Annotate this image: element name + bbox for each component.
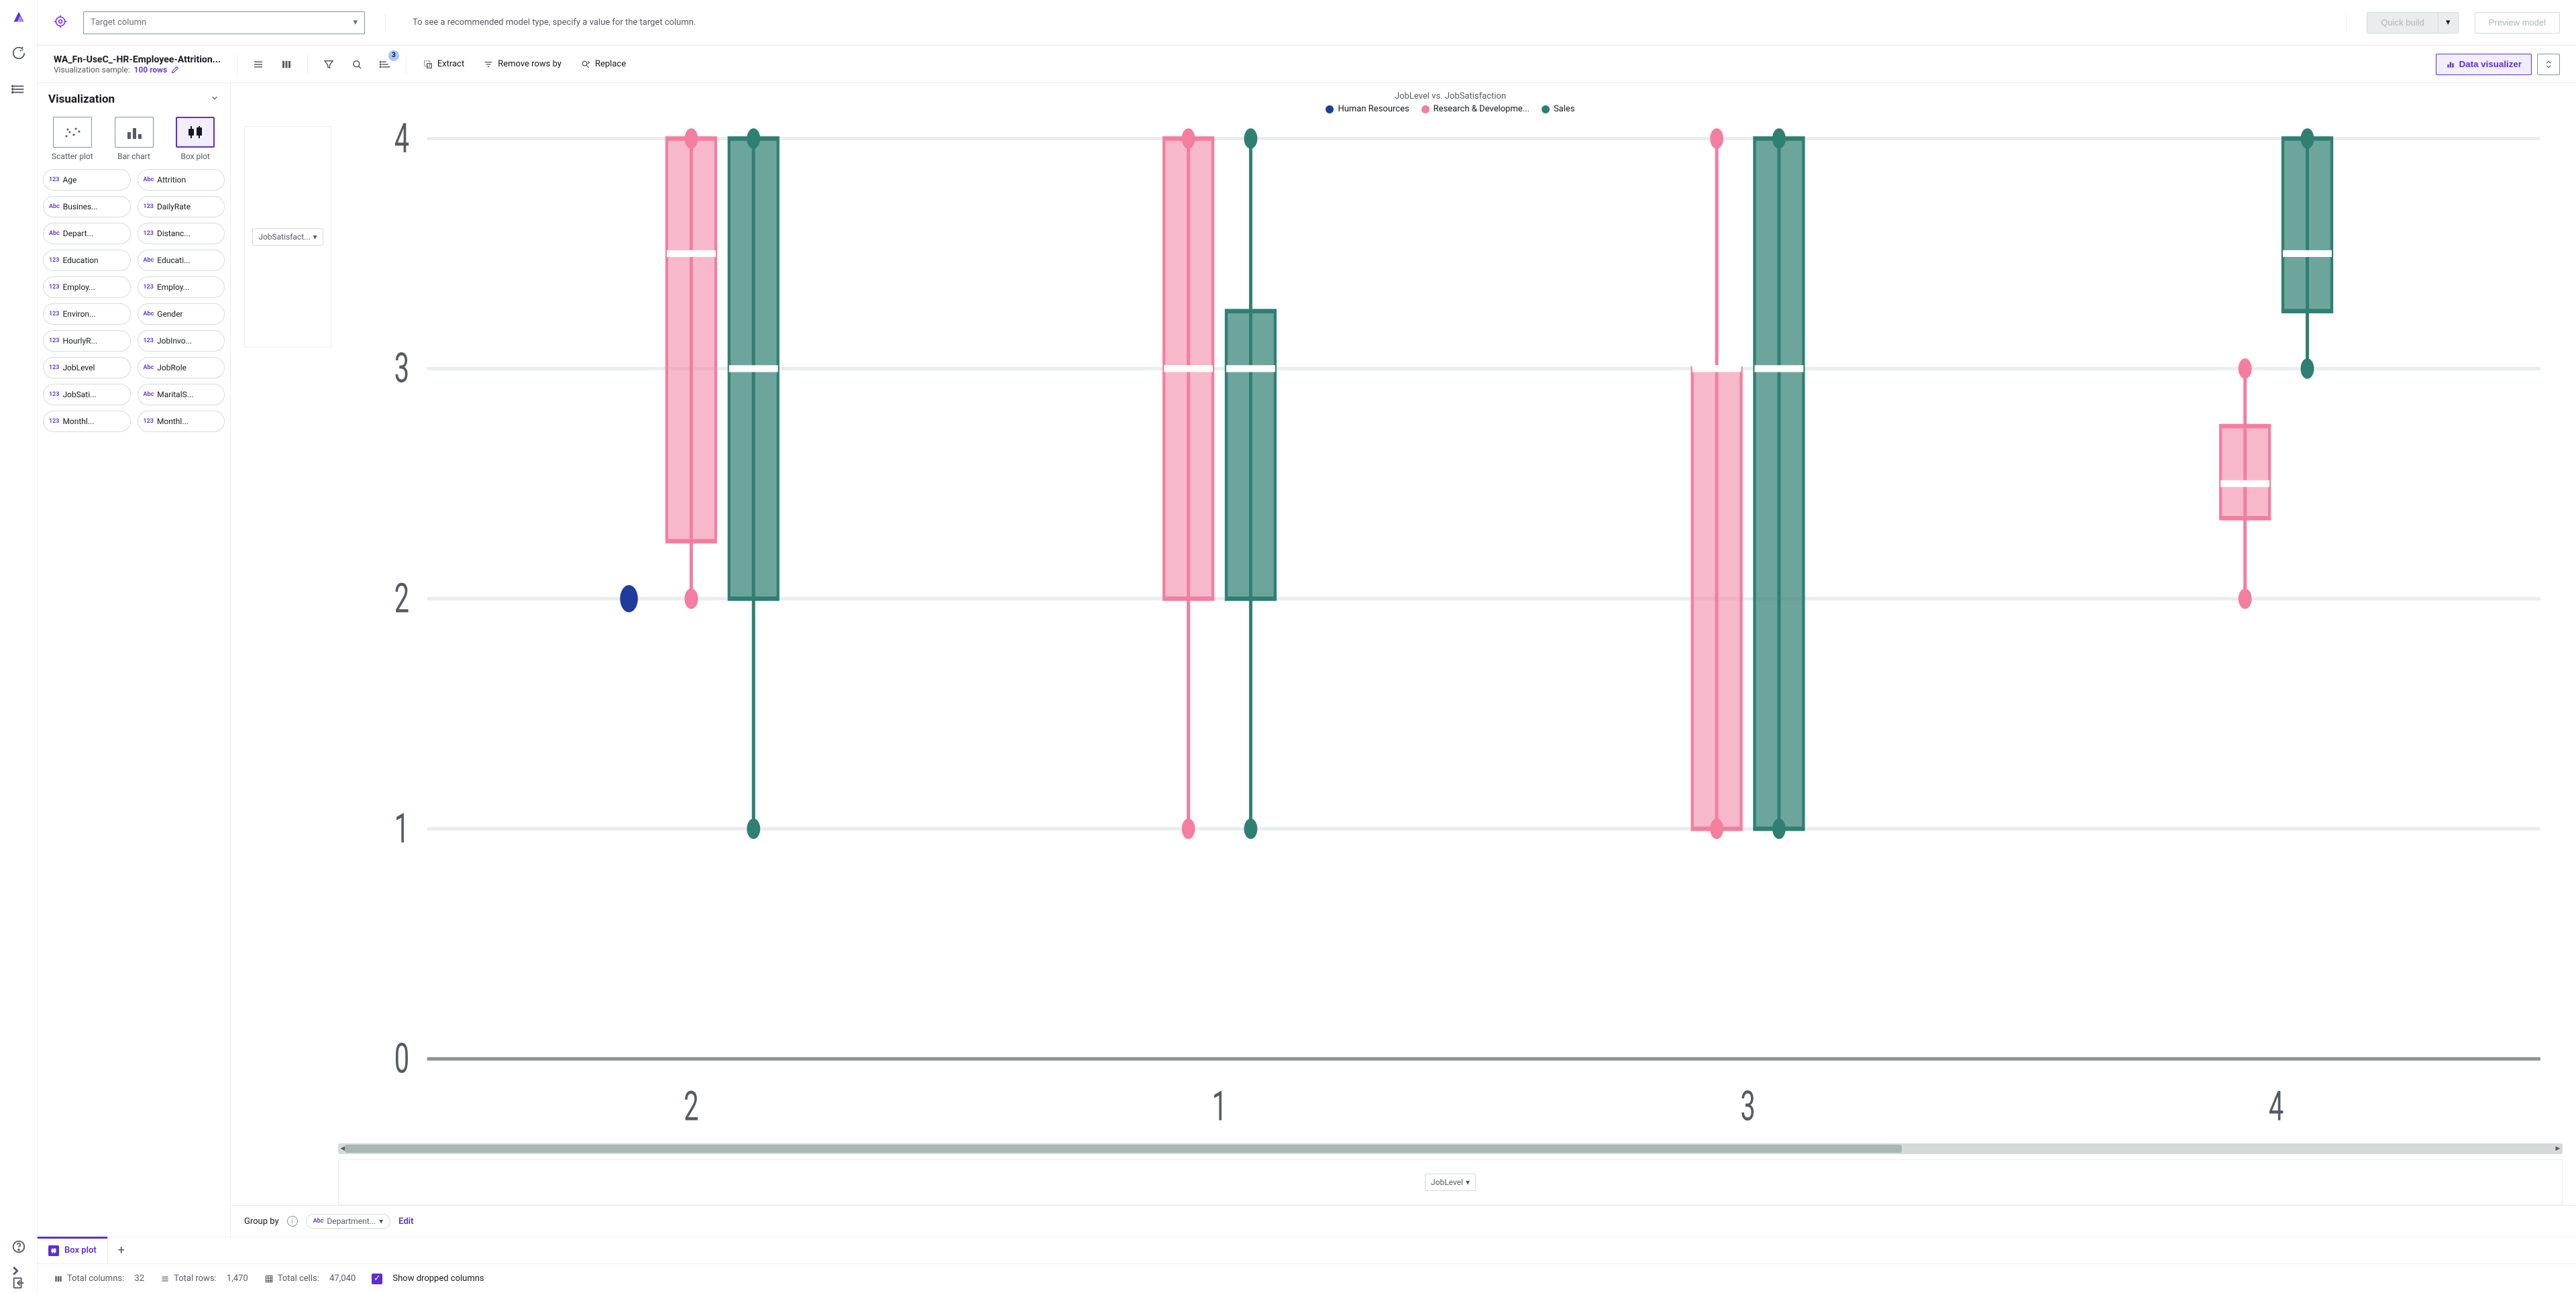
- edit-group-by[interactable]: Edit: [398, 1217, 413, 1227]
- columns-view-icon[interactable]: [275, 53, 298, 76]
- filter-icon[interactable]: [317, 53, 340, 76]
- svg-text:3: 3: [394, 344, 409, 393]
- dataset-title: WA_Fn-UseC_-HR-Employee-Attrition... Vis…: [54, 54, 221, 74]
- column-pill[interactable]: 123Distanc...: [138, 223, 225, 244]
- show-dropped-checkbox[interactable]: ✓ Show dropped columns: [372, 1274, 484, 1284]
- sort-badge: 3: [388, 50, 399, 61]
- edit-icon[interactable]: [171, 66, 179, 74]
- svg-text:2: 2: [684, 1082, 698, 1131]
- search-icon[interactable]: [345, 53, 368, 76]
- x-axis-dropzone[interactable]: JobLevel ▾: [338, 1159, 2563, 1205]
- column-pill[interactable]: 123Age: [43, 169, 131, 191]
- column-pill[interactable]: 123Education: [43, 250, 131, 271]
- svg-text:1: 1: [394, 805, 409, 853]
- chart-legend: Human ResourcesResearch & Developme...Sa…: [338, 104, 2563, 114]
- y-axis-dropzone[interactable]: JobSatisfact... ▾: [244, 126, 331, 348]
- column-pill[interactable]: 123Environ...: [43, 303, 131, 325]
- model-hint-text: To see a recommended model type, specify…: [413, 17, 696, 28]
- help-icon[interactable]: [11, 1239, 26, 1257]
- group-by-bar: Group by i AbcDepartment...▾ Edit: [231, 1205, 2576, 1237]
- column-pill[interactable]: AbcDepart...: [43, 223, 131, 244]
- chart-area: JobSatisfact... ▾ JobLevel vs. JobSatisf…: [231, 83, 2576, 1237]
- replace-action[interactable]: Replace: [574, 53, 633, 76]
- column-pill[interactable]: AbcMaritalS...: [138, 384, 225, 405]
- column-pill[interactable]: AbcJobRole: [138, 357, 225, 378]
- expand-panel-button[interactable]: [2537, 54, 2560, 75]
- data-visualizer-button[interactable]: Data visualizer: [2436, 54, 2532, 75]
- status-bar: Total columns: 32 Total rows: 1,470 Tota…: [38, 1263, 2576, 1293]
- chevron-down-icon: ▾: [353, 17, 358, 28]
- topbar: Target column ▾ To see a recommended mod…: [38, 0, 2576, 46]
- left-rail: [0, 0, 38, 1293]
- svg-text:4: 4: [2269, 1082, 2284, 1131]
- column-pill[interactable]: AbcEducati...: [138, 250, 225, 271]
- viz-type-scatter[interactable]: Scatter plot: [46, 117, 99, 161]
- column-pill[interactable]: 123Employ...: [43, 276, 131, 298]
- column-pill[interactable]: 123DailyRate: [138, 196, 225, 217]
- target-icon: [54, 15, 67, 31]
- target-column-select[interactable]: Target column ▾: [83, 11, 365, 34]
- sort-icon[interactable]: 3: [374, 53, 396, 76]
- logo-icon: [11, 9, 26, 27]
- viz-type-bar[interactable]: Bar chart: [107, 117, 161, 161]
- info-icon[interactable]: i: [287, 1216, 298, 1227]
- box-plot-svg: 0 1 2 3 4 2 1 3 4: [338, 118, 2563, 1141]
- chart-horizontal-scrollbar[interactable]: ◀▶: [338, 1143, 2563, 1154]
- svg-text:4: 4: [394, 118, 409, 162]
- stat-total-rows: Total rows: 1,470: [160, 1274, 248, 1284]
- column-pill[interactable]: 123JobLevel: [43, 357, 131, 378]
- collapse-panel-icon[interactable]: [210, 93, 219, 105]
- add-tab-button[interactable]: +: [108, 1237, 135, 1263]
- column-pill[interactable]: 123JobSati...: [43, 384, 131, 405]
- box-plot-tab-icon: [48, 1245, 59, 1256]
- stat-total-columns: Total columns: 32: [54, 1274, 144, 1284]
- quick-build-button: Quick build ▾: [2367, 12, 2458, 34]
- stat-total-cells: Total cells: 47,040: [264, 1274, 356, 1284]
- tab-bar: Box plot +: [38, 1237, 2576, 1263]
- svg-text:0: 0: [394, 1035, 409, 1083]
- chevron-down-icon: ▾: [2438, 12, 2459, 34]
- expand-rail-icon[interactable]: [8, 1263, 23, 1281]
- tab-box-plot[interactable]: Box plot: [38, 1237, 108, 1263]
- column-pill[interactable]: 123Monthl...: [43, 411, 131, 432]
- column-pill[interactable]: 123Monthl...: [138, 411, 225, 432]
- column-pill[interactable]: AbcBusines...: [43, 196, 131, 217]
- svg-text:3: 3: [1740, 1082, 1755, 1131]
- remove-rows-action[interactable]: Remove rows by: [476, 53, 568, 76]
- column-pill[interactable]: 123HourlyR...: [43, 330, 131, 352]
- column-pill[interactable]: 123Employ...: [138, 276, 225, 298]
- preview-model-button: Preview model: [2475, 12, 2560, 34]
- column-pill[interactable]: AbcGender: [138, 303, 225, 325]
- toolbar: WA_Fn-UseC_-HR-Employee-Attrition... Vis…: [38, 46, 2576, 83]
- columns-list[interactable]: 123Age AbcAttrition AbcBusines... 123DailyR…: [38, 166, 230, 1237]
- list-icon[interactable]: [11, 82, 26, 99]
- svg-text:2: 2: [394, 574, 409, 623]
- visualization-header: Visualization: [48, 93, 115, 106]
- column-pill[interactable]: AbcAttrition: [138, 169, 225, 191]
- rows-view-icon[interactable]: [247, 53, 270, 76]
- group-by-chip[interactable]: AbcDepartment...▾: [306, 1214, 391, 1229]
- visualization-panel: Visualization Scatter plot Bar chart Box…: [38, 83, 231, 1237]
- sample-size-link[interactable]: 100 rows: [134, 65, 168, 74]
- extract-action[interactable]: Extract: [416, 53, 471, 76]
- refresh-icon[interactable]: [11, 46, 26, 63]
- chart-title: JobLevel vs. JobSatisfaction: [338, 91, 2563, 101]
- svg-text:1: 1: [1212, 1082, 1227, 1131]
- viz-type-box[interactable]: Box plot: [168, 117, 222, 161]
- column-pill[interactable]: 123JobInvo...: [138, 330, 225, 352]
